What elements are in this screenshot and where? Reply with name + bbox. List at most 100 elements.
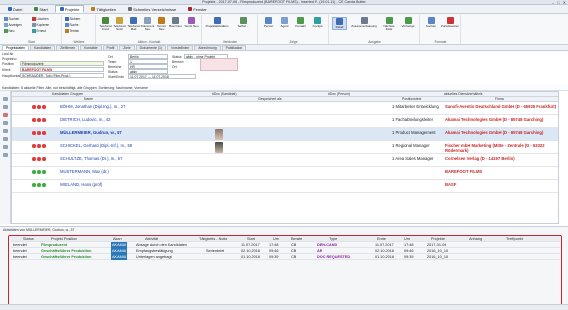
status-dot (37, 157, 41, 161)
previous-row-button[interactable]: Vorherige (399, 17, 417, 28)
position-text: 1 Fachabteilungsleiter (392, 117, 433, 122)
client-field[interactable]: BAREFOOT FILMS (20, 67, 104, 72)
tab-kontakte[interactable]: Kontakte (80, 45, 102, 50)
tab-projektdaten[interactable]: Projektdaten (2, 45, 30, 50)
table-row[interactable]: MUSTERMANN, Max (dr.) BAREFOOT FILMS (12, 167, 558, 180)
criteria-label: Bereich (172, 60, 184, 64)
search-button[interactable]: Suchen (4, 17, 19, 21)
calendar-icon (158, 17, 165, 24)
notes-box[interactable] (200, 58, 238, 71)
refresh-button[interactable]: Erneut (32, 29, 46, 33)
criteria-label: Klient (2, 68, 11, 72)
remove-icon[interactable] (3, 113, 8, 117)
home-icon (34, 7, 39, 11)
start-end-field[interactable]: 11.07.2017 — 11.07.2018 (128, 74, 196, 79)
position-text: 1 Mitarbeiter Entwicklung (392, 104, 439, 109)
find-button[interactable]: Suche (65, 23, 79, 27)
company-name: Cornelsen Verlag (D - 14197 Berlin) (445, 156, 515, 161)
status-dots (32, 183, 46, 187)
table-row[interactable]: SCHICKEL, Gerhard (Dipl.-Inf.), m., 59 1… (12, 141, 558, 154)
candidate-name[interactable]: MUSTERMANN, Max (dr.) (60, 169, 109, 174)
tab-dokumente[interactable]: Dokumente (1) (135, 45, 167, 50)
contact-button[interactable]: Kontakt (293, 17, 308, 28)
show-button[interactable]: Anzeigen (4, 23, 22, 27)
plus-icon (4, 29, 8, 33)
candidate-grid: Kandidaten Gruppen #Doc (Kandidat) #Doc … (11, 91, 559, 224)
tab-vorstellinien[interactable]: Vorstellinien (167, 45, 194, 50)
edit-icon[interactable] (3, 105, 8, 109)
position-field[interactable]: Filmproduzent (20, 61, 104, 66)
print-icon[interactable] (3, 145, 8, 149)
tab-kandidaten[interactable]: Kandidaten (30, 45, 56, 50)
detail-button[interactable]: Detail (332, 17, 347, 31)
save-button[interactable]: Sichern (65, 17, 80, 21)
mail-icon[interactable] (3, 153, 8, 157)
status-dot (42, 131, 46, 135)
ribbon-group-weitere: Sichern Suche Termin Weitere (63, 15, 96, 44)
call-button[interactable]: Telefonat Anruf (99, 17, 112, 32)
candidate-name[interactable]: MÜLLERMEIER, Gudrun, w., 57 (60, 130, 122, 135)
mail-button[interactable]: Telefonat Mail (127, 17, 140, 32)
candidate-name[interactable]: WIELAND, Hans (prof) (60, 182, 102, 187)
ribbon-group-verbinden: Projektaktivitäten Selbst... Verbinden (203, 15, 258, 44)
appointment-new-button[interactable]: Termin Neu (155, 17, 168, 32)
candidate-name[interactable]: SCHICKEL, Gerhard (Dipl.-Inf.), m., 59 (60, 143, 132, 148)
new-button[interactable]: Neu (4, 29, 14, 33)
tab-publikation[interactable]: Publikation (221, 45, 247, 50)
criteria-label: Projektno. (2, 57, 18, 61)
refresh-icon (32, 29, 36, 33)
agent-button[interactable]: Agent (277, 17, 292, 28)
tab-datei[interactable]: Datei (3, 5, 27, 13)
copy-button[interactable]: Kopieren (32, 23, 49, 27)
next-row-button[interactable]: Nächste Zeile (380, 17, 398, 32)
table-row-selected[interactable]: MÜLLERMEIER, Gudrun, w., 57 1 Product Ma… (12, 128, 558, 141)
person-button[interactable]: Person (261, 17, 276, 28)
document-new-button[interactable]: Dokument Neu (141, 17, 154, 32)
activities-panel: Aktivitäten von MÜLLERMEIER, Gudrun, w.,… (0, 226, 568, 310)
folder-icon (128, 7, 133, 11)
company-name: BASF (445, 182, 457, 187)
filter-icon[interactable] (3, 121, 8, 125)
tab-start[interactable]: Start (29, 5, 52, 13)
ribbon-group-label: Verbinden (222, 40, 238, 44)
letter-new-button[interactable]: Brief Neu (169, 17, 182, 28)
activities-title: Aktivitäten von MÜLLERMEIER, Gudrun, w.,… (3, 228, 75, 232)
table-row[interactable]: WIELAND, Hans (prof) BASF (12, 180, 558, 193)
cockpit-button[interactable]: Cockpit (309, 17, 326, 28)
tab-projekte[interactable]: Projekte (54, 5, 85, 13)
table-row[interactable]: BÖHM, Jonathan (Dipl.Ing.), m., 27 1 Mit… (12, 102, 558, 115)
criteria-label: Bereiche (108, 65, 122, 69)
main-contact-field[interactable]: SCHRAUDER, Tobi (Film-Prod.) (20, 73, 104, 78)
project-activities-button[interactable]: Projektaktivitäten (205, 17, 229, 28)
add-icon[interactable] (3, 97, 8, 101)
tab-abrechnung[interactable]: Abrechnung (194, 45, 221, 50)
candidate-name[interactable]: SCHULTZE, Thomas (Dr.), m., 57 (60, 156, 122, 161)
candidate-photo (215, 129, 223, 140)
criteria-label: Hauptkontakt (2, 74, 22, 78)
tab-profil[interactable]: Profil (102, 45, 119, 50)
table-row[interactable]: DIETRICH, Ludovic, m., 42 1 Fachabteilun… (12, 115, 558, 128)
status-dot (32, 144, 36, 148)
export-icon[interactable] (3, 137, 8, 141)
call-note-button[interactable]: Telefonat Notiz (113, 17, 126, 32)
summary-button[interactable]: Zusammenfassung (349, 17, 379, 28)
delete-button[interactable]: Löschen (32, 17, 49, 21)
table-row[interactable]: SCHULTZE, Thomas (Dr.), m., 57 1 Area Sa… (12, 154, 558, 167)
sort-icon[interactable] (3, 129, 8, 133)
candidate-name[interactable]: DIETRICH, Ludovic, m., 42 (60, 117, 111, 122)
reset-button[interactable]: Zurücksetzen (440, 17, 460, 28)
self-button[interactable]: Selbst... (231, 17, 255, 28)
other-new-button[interactable]: Sonst Neu (183, 17, 200, 28)
tab-fenster[interactable]: Fenster (183, 5, 212, 13)
tab-taetigkeiten[interactable]: Tätigkeiten (86, 5, 121, 13)
arrow-down-icon (385, 17, 393, 24)
contact-icon (297, 17, 304, 24)
appointment-button[interactable]: Termin (65, 29, 79, 33)
tab-verzeichnisse[interactable]: Schnelles Verzeichnisse (123, 5, 181, 13)
tab-zielfirmen[interactable]: Zielfirmen (56, 45, 80, 50)
cockpit-icon (314, 17, 321, 24)
tab-ziele[interactable]: Ziele (119, 45, 135, 50)
candidate-name[interactable]: BÖHM, Jonathan (Dipl.Ing.), m., 27 (60, 104, 125, 109)
criteria-label: Ort (108, 55, 113, 59)
search-large-button[interactable]: Suchen (423, 17, 439, 28)
